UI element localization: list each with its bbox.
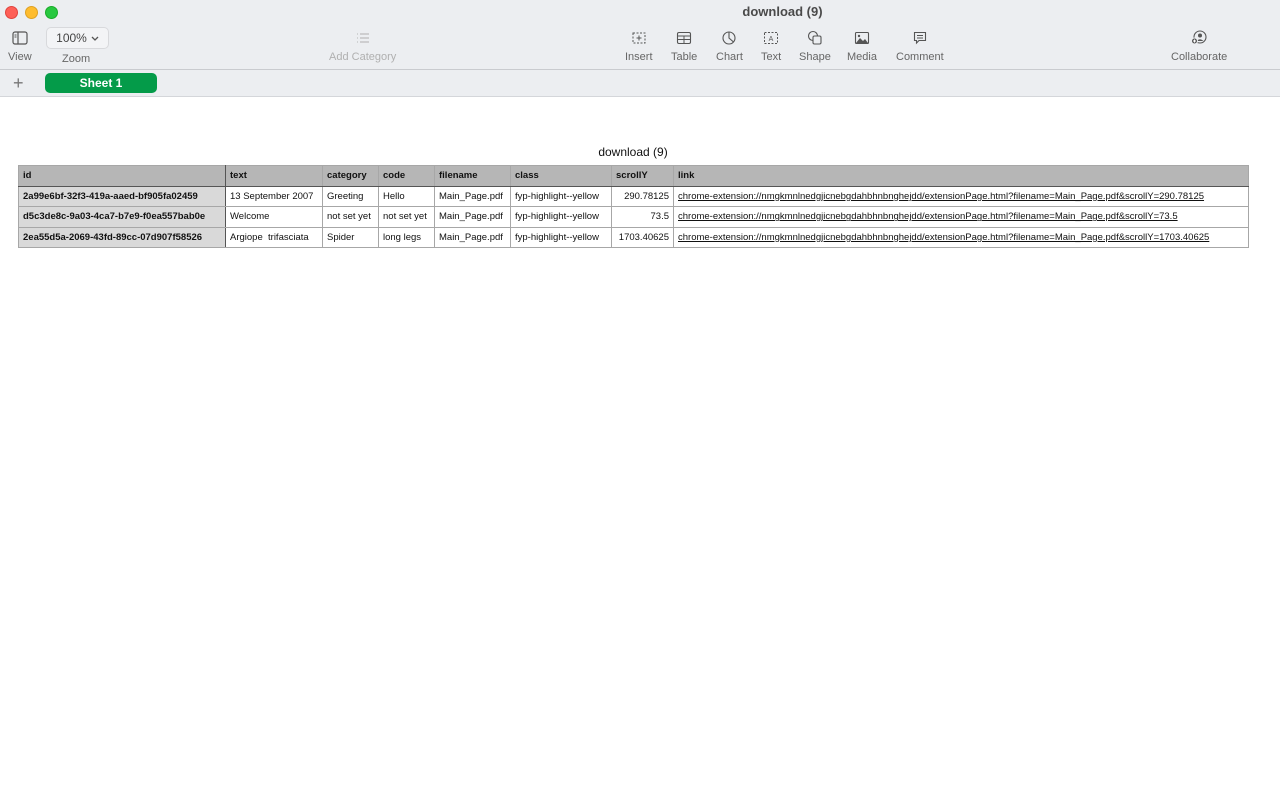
cell-filename[interactable]: Main_Page.pdf: [434, 185, 511, 207]
pie-chart-icon: [721, 28, 737, 48]
cell-scrolly[interactable]: 1703.40625: [611, 226, 674, 248]
zoom-label: Zoom: [62, 53, 91, 65]
chart-label: Chart: [716, 51, 743, 63]
cell-scrolly[interactable]: 73.5: [611, 206, 674, 228]
image-icon: [854, 28, 870, 48]
insert-label: Insert: [625, 51, 653, 63]
add-category-label: Add Category: [329, 51, 397, 63]
list-icon: [356, 28, 370, 48]
cell-link[interactable]: chrome-extension://nmgkmnlnedgjicnebgdah…: [673, 185, 1249, 207]
collaborate-button[interactable]: Collaborate: [1171, 28, 1227, 63]
column-header-class[interactable]: class: [510, 165, 612, 187]
svg-text:A: A: [769, 36, 774, 43]
column-header-code[interactable]: code: [378, 165, 435, 187]
toolbar: download (9) View 100% Zoom Add Category…: [0, 0, 1280, 70]
view-button[interactable]: View: [8, 28, 32, 63]
cell-scrolly[interactable]: 290.78125: [611, 185, 674, 207]
text-label: Text: [761, 51, 782, 63]
view-label: View: [8, 51, 32, 63]
header-row: id text category code filename class scr…: [18, 165, 1249, 187]
sheet-tab-bar: + Sheet 1: [0, 70, 1280, 97]
window-title: download (9): [742, 4, 823, 19]
cell-filename[interactable]: Main_Page.pdf: [434, 206, 511, 228]
add-category-button[interactable]: Add Category: [329, 28, 396, 63]
cell-link[interactable]: chrome-extension://nmgkmnlnedgjicnebgdah…: [673, 226, 1249, 248]
insert-icon: [631, 28, 647, 48]
zoom-value: 100%: [56, 31, 87, 45]
cell-code[interactable]: long legs: [378, 226, 435, 248]
column-header-filename[interactable]: filename: [434, 165, 511, 187]
cell-class[interactable]: fyp-highlight--yellow: [510, 206, 612, 228]
cell-id[interactable]: 2a99e6bf-32f3-419a-aaed-bf905fa02459: [18, 185, 226, 207]
cell-class[interactable]: fyp-highlight--yellow: [510, 226, 612, 248]
data-table: id text category code filename class scr…: [18, 165, 1249, 248]
media-label: Media: [847, 51, 877, 63]
zoom-dropdown[interactable]: 100%: [46, 27, 109, 49]
cell-id[interactable]: 2ea55d5a-2069-43fd-89cc-07d907f58526: [18, 226, 226, 248]
add-sheet-button[interactable]: +: [13, 73, 24, 93]
cell-id[interactable]: d5c3de8c-9a03-4ca7-b7e9-f0ea557bab0e: [18, 206, 226, 228]
cell-text[interactable]: Welcome: [225, 206, 323, 228]
shape-icon: [807, 28, 823, 48]
table-button[interactable]: Table: [671, 28, 697, 63]
sidebar-icon: [12, 28, 28, 48]
chart-button[interactable]: Chart: [716, 28, 743, 63]
table-row: d5c3de8c-9a03-4ca7-b7e9-f0ea557bab0e Wel…: [18, 206, 1249, 228]
cell-code[interactable]: Hello: [378, 185, 435, 207]
column-header-text[interactable]: text: [225, 165, 323, 187]
cell-category[interactable]: not set yet: [322, 206, 379, 228]
cell-text[interactable]: Argiope trifasciata: [225, 226, 323, 248]
table-row: 2a99e6bf-32f3-419a-aaed-bf905fa02459 13 …: [18, 185, 1249, 207]
table-label: Table: [671, 51, 698, 63]
column-header-category[interactable]: category: [322, 165, 379, 187]
comment-button[interactable]: Comment: [896, 28, 944, 63]
shape-button[interactable]: Shape: [799, 28, 831, 63]
numbers-window: download (9) View 100% Zoom Add Category…: [0, 0, 1280, 800]
cell-link[interactable]: chrome-extension://nmgkmnlnedgjicnebgdah…: [673, 206, 1249, 228]
cell-code[interactable]: not set yet: [378, 206, 435, 228]
cell-category[interactable]: Greeting: [322, 185, 379, 207]
table-title[interactable]: download (9): [0, 145, 1266, 159]
text-button[interactable]: A Text: [761, 28, 781, 63]
chevron-down-icon: [91, 31, 99, 45]
collaborate-label: Collaborate: [1171, 51, 1228, 63]
collaborate-icon: [1190, 28, 1208, 48]
table-icon: [676, 28, 692, 48]
cell-class[interactable]: fyp-highlight--yellow: [510, 185, 612, 207]
cell-filename[interactable]: Main_Page.pdf: [434, 226, 511, 248]
column-header-scrolly[interactable]: scrollY: [611, 165, 674, 187]
sheet-tab-sheet-1[interactable]: Sheet 1: [45, 73, 157, 93]
cell-category[interactable]: Spider: [322, 226, 379, 248]
column-header-link[interactable]: link: [673, 165, 1249, 187]
comment-icon: [912, 28, 928, 48]
table-row: 2ea55d5a-2069-43fd-89cc-07d907f58526 Arg…: [18, 226, 1249, 248]
insert-button[interactable]: Insert: [625, 28, 653, 63]
column-header-id[interactable]: id: [18, 165, 226, 187]
media-button[interactable]: Media: [847, 28, 877, 63]
cell-text[interactable]: 13 September 2007: [225, 185, 323, 207]
comment-label: Comment: [896, 51, 944, 63]
shape-label: Shape: [799, 51, 831, 63]
text-box-icon: A: [763, 28, 779, 48]
